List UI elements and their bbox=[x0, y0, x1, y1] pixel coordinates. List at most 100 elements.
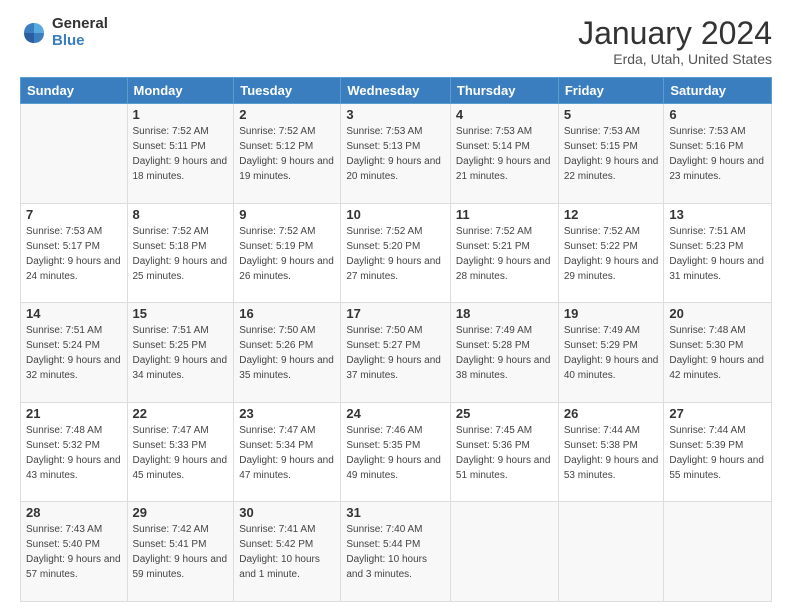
day-number: 28 bbox=[26, 505, 122, 520]
day-info: Sunrise: 7:48 AMSunset: 5:32 PMDaylight:… bbox=[26, 423, 122, 483]
day-cell: 4 Sunrise: 7:53 AMSunset: 5:14 PMDaylight… bbox=[450, 104, 558, 204]
header-cell-monday: Monday bbox=[127, 78, 234, 104]
day-info: Sunrise: 7:47 AMSunset: 5:33 PMDaylight:… bbox=[133, 423, 229, 483]
day-cell: 26 Sunrise: 7:44 AMSunset: 5:38 PMDayligh… bbox=[558, 402, 664, 502]
header-cell-friday: Friday bbox=[558, 78, 664, 104]
day-cell: 13 Sunrise: 7:51 AMSunset: 5:23 PMDayligh… bbox=[664, 203, 772, 303]
day-info: Sunrise: 7:51 AMSunset: 5:23 PMDaylight:… bbox=[669, 224, 766, 284]
header-row: SundayMondayTuesdayWednesdayThursdayFrid… bbox=[21, 78, 772, 104]
day-cell: 31Sunrise: 7:40 AMSunset: 5:44 PMDayligh… bbox=[341, 502, 451, 602]
day-cell: 29Sunrise: 7:42 AMSunset: 5:41 PMDayligh… bbox=[127, 502, 234, 602]
day-number: 5 bbox=[564, 107, 659, 122]
day-number: 12 bbox=[564, 207, 659, 222]
day-number: 20 bbox=[669, 306, 766, 321]
day-number: 7 bbox=[26, 207, 122, 222]
day-cell: 28 Sunrise: 7:43 AMSunset: 5:40 PMDayligh… bbox=[21, 502, 128, 602]
day-info: Sunrise: 7:44 AMSunset: 5:38 PMDaylight:… bbox=[564, 423, 659, 483]
day-number: 29 bbox=[133, 505, 229, 520]
week-row-2: 7 Sunrise: 7:53 AMSunset: 5:17 PMDaylight… bbox=[21, 203, 772, 303]
day-info: Sunrise: 7:53 AMSunset: 5:16 PMDaylight:… bbox=[669, 124, 766, 184]
day-number: 27 bbox=[669, 406, 766, 421]
day-cell bbox=[21, 104, 128, 204]
day-cell: 27Sunrise: 7:44 AMSunset: 5:39 PMDayligh… bbox=[664, 402, 772, 502]
day-info: Sunrise: 7:50 AMSunset: 5:27 PMDaylight:… bbox=[346, 323, 445, 383]
day-info: Sunrise: 7:53 AMSunset: 5:17 PMDaylight:… bbox=[26, 224, 122, 284]
day-cell: 11Sunrise: 7:52 AMSunset: 5:21 PMDayligh… bbox=[450, 203, 558, 303]
day-info: Sunrise: 7:41 AMSunset: 5:42 PMDaylight:… bbox=[239, 522, 335, 582]
day-info: Sunrise: 7:40 AMSunset: 5:44 PMDaylight:… bbox=[346, 522, 445, 582]
day-info: Sunrise: 7:51 AMSunset: 5:25 PMDaylight:… bbox=[133, 323, 229, 383]
day-number: 4 bbox=[456, 107, 553, 122]
day-number: 26 bbox=[564, 406, 659, 421]
day-number: 17 bbox=[346, 306, 445, 321]
day-number: 9 bbox=[239, 207, 335, 222]
day-info: Sunrise: 7:52 AMSunset: 5:18 PMDaylight:… bbox=[133, 224, 229, 284]
header-cell-saturday: Saturday bbox=[664, 78, 772, 104]
day-info: Sunrise: 7:53 AMSunset: 5:14 PMDaylight:… bbox=[456, 124, 553, 184]
day-number: 13 bbox=[669, 207, 766, 222]
day-cell bbox=[664, 502, 772, 602]
day-cell: 23 Sunrise: 7:47 AMSunset: 5:34 PMDayligh… bbox=[234, 402, 341, 502]
day-info: Sunrise: 7:49 AMSunset: 5:29 PMDaylight:… bbox=[564, 323, 659, 383]
week-row-1: 1 Sunrise: 7:52 AMSunset: 5:11 PMDaylight… bbox=[21, 104, 772, 204]
day-number: 2 bbox=[239, 107, 335, 122]
week-row-4: 21 Sunrise: 7:48 AMSunset: 5:32 PMDayligh… bbox=[21, 402, 772, 502]
day-number: 1 bbox=[133, 107, 229, 122]
calendar-table: SundayMondayTuesdayWednesdayThursdayFrid… bbox=[20, 77, 772, 602]
day-cell: 15 Sunrise: 7:51 AMSunset: 5:25 PMDayligh… bbox=[127, 303, 234, 403]
month-year-title: January 2024 bbox=[578, 16, 772, 51]
day-info: Sunrise: 7:52 AMSunset: 5:19 PMDaylight:… bbox=[239, 224, 335, 284]
day-info: Sunrise: 7:53 AMSunset: 5:15 PMDaylight:… bbox=[564, 124, 659, 184]
header-cell-thursday: Thursday bbox=[450, 78, 558, 104]
day-cell: 24Sunrise: 7:46 AMSunset: 5:35 PMDayligh… bbox=[341, 402, 451, 502]
day-number: 16 bbox=[239, 306, 335, 321]
day-cell: 10Sunrise: 7:52 AMSunset: 5:20 PMDayligh… bbox=[341, 203, 451, 303]
day-info: Sunrise: 7:50 AMSunset: 5:26 PMDaylight:… bbox=[239, 323, 335, 383]
day-cell: 2 Sunrise: 7:52 AMSunset: 5:12 PMDaylight… bbox=[234, 104, 341, 204]
day-info: Sunrise: 7:49 AMSunset: 5:28 PMDaylight:… bbox=[456, 323, 553, 383]
day-cell: 14Sunrise: 7:51 AMSunset: 5:24 PMDayligh… bbox=[21, 303, 128, 403]
day-number: 23 bbox=[239, 406, 335, 421]
calendar-header: SundayMondayTuesdayWednesdayThursdayFrid… bbox=[21, 78, 772, 104]
header-cell-tuesday: Tuesday bbox=[234, 78, 341, 104]
day-cell: 12 Sunrise: 7:52 AMSunset: 5:22 PMDayligh… bbox=[558, 203, 664, 303]
day-number: 18 bbox=[456, 306, 553, 321]
calendar-body: 1 Sunrise: 7:52 AMSunset: 5:11 PMDaylight… bbox=[21, 104, 772, 602]
day-cell: 16 Sunrise: 7:50 AMSunset: 5:26 PMDayligh… bbox=[234, 303, 341, 403]
day-cell: 3 Sunrise: 7:53 AMSunset: 5:13 PMDaylight… bbox=[341, 104, 451, 204]
day-cell: 9 Sunrise: 7:52 AMSunset: 5:19 PMDaylight… bbox=[234, 203, 341, 303]
day-number: 22 bbox=[133, 406, 229, 421]
logo-text: General Blue bbox=[52, 16, 108, 49]
week-row-5: 28 Sunrise: 7:43 AMSunset: 5:40 PMDayligh… bbox=[21, 502, 772, 602]
day-cell: 22 Sunrise: 7:47 AMSunset: 5:33 PMDayligh… bbox=[127, 402, 234, 502]
day-number: 30 bbox=[239, 505, 335, 520]
day-number: 21 bbox=[26, 406, 122, 421]
day-info: Sunrise: 7:53 AMSunset: 5:13 PMDaylight:… bbox=[346, 124, 445, 184]
day-cell: 30 Sunrise: 7:41 AMSunset: 5:42 PMDayligh… bbox=[234, 502, 341, 602]
header-cell-wednesday: Wednesday bbox=[341, 78, 451, 104]
day-number: 15 bbox=[133, 306, 229, 321]
day-info: Sunrise: 7:45 AMSunset: 5:36 PMDaylight:… bbox=[456, 423, 553, 483]
logo: General Blue bbox=[20, 16, 108, 49]
header-cell-sunday: Sunday bbox=[21, 78, 128, 104]
day-cell: 21 Sunrise: 7:48 AMSunset: 5:32 PMDayligh… bbox=[21, 402, 128, 502]
day-number: 3 bbox=[346, 107, 445, 122]
day-cell bbox=[450, 502, 558, 602]
day-info: Sunrise: 7:47 AMSunset: 5:34 PMDaylight:… bbox=[239, 423, 335, 483]
title-block: January 2024 Erda, Utah, United States bbox=[578, 16, 772, 67]
day-number: 14 bbox=[26, 306, 122, 321]
day-number: 19 bbox=[564, 306, 659, 321]
week-row-3: 14Sunrise: 7:51 AMSunset: 5:24 PMDayligh… bbox=[21, 303, 772, 403]
day-number: 6 bbox=[669, 107, 766, 122]
day-cell: 8Sunrise: 7:52 AMSunset: 5:18 PMDaylight… bbox=[127, 203, 234, 303]
day-info: Sunrise: 7:52 AMSunset: 5:12 PMDaylight:… bbox=[239, 124, 335, 184]
calendar-page: General Blue January 2024 Erda, Utah, Un… bbox=[0, 0, 792, 612]
header: General Blue January 2024 Erda, Utah, Un… bbox=[20, 16, 772, 67]
logo-general: General bbox=[52, 16, 108, 33]
day-info: Sunrise: 7:52 AMSunset: 5:22 PMDaylight:… bbox=[564, 224, 659, 284]
day-cell: 17 Sunrise: 7:50 AMSunset: 5:27 PMDayligh… bbox=[341, 303, 451, 403]
day-info: Sunrise: 7:52 AMSunset: 5:11 PMDaylight:… bbox=[133, 124, 229, 184]
day-info: Sunrise: 7:43 AMSunset: 5:40 PMDaylight:… bbox=[26, 522, 122, 582]
location-text: Erda, Utah, United States bbox=[578, 51, 772, 67]
day-number: 10 bbox=[346, 207, 445, 222]
